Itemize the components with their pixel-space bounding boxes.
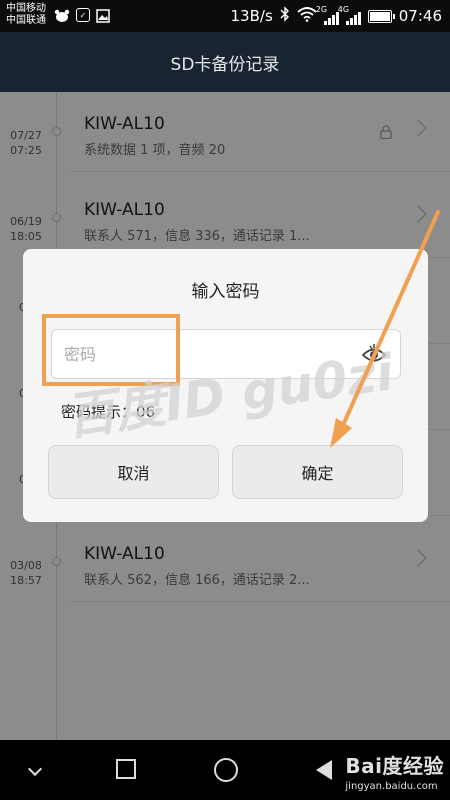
status-right: 13B/s 2G 4G 07:46 bbox=[230, 5, 442, 26]
dialog-title: 输入密码 bbox=[191, 282, 260, 302]
home-button[interactable] bbox=[214, 758, 238, 782]
carrier-2: 中国联通 bbox=[6, 15, 46, 26]
baidu-url: jingyan.baidu.com bbox=[345, 781, 438, 792]
image-notification-icon bbox=[96, 8, 110, 27]
page-title: SD卡备份记录 bbox=[170, 54, 280, 75]
hide-keyboard-icon[interactable] bbox=[27, 761, 43, 777]
confirm-button[interactable]: 确定 bbox=[232, 445, 403, 499]
battery-icon bbox=[367, 9, 395, 23]
baidu-jingyan-watermark: Bai度经验 jingyan.baidu.com bbox=[345, 750, 444, 792]
recent-apps-button[interactable] bbox=[116, 759, 136, 779]
network-type-2: 4G bbox=[337, 5, 350, 14]
baidu-brand: Bai度经验 bbox=[345, 754, 444, 778]
navigation-bar: Bai度经验 jingyan.baidu.com bbox=[0, 740, 450, 800]
network-speed: 13B/s bbox=[230, 7, 273, 25]
clock: 07:46 bbox=[398, 7, 442, 25]
carrier-labels: 中国移动 中国联通 bbox=[6, 3, 46, 27]
app-notification-icon bbox=[54, 8, 70, 27]
title-bar: SD卡备份记录 bbox=[0, 32, 450, 92]
carrier-1: 中国移动 bbox=[6, 3, 46, 14]
back-button[interactable] bbox=[316, 760, 332, 780]
network-type-1: 2G bbox=[315, 5, 328, 14]
wifi-icon bbox=[297, 6, 317, 26]
cancel-button[interactable]: 取消 bbox=[48, 445, 219, 499]
signal-1-icon: 2G bbox=[316, 5, 339, 25]
status-bar: 中国移动 中国联通 ✓ 13B/s 2G 4G 07:46 bbox=[0, 0, 450, 32]
wechat-notification-icon: ✓ bbox=[76, 8, 90, 22]
signal-2-icon: 4G bbox=[338, 5, 361, 25]
bluetooth-icon bbox=[280, 6, 290, 26]
notification-icons: ✓ bbox=[54, 8, 110, 27]
